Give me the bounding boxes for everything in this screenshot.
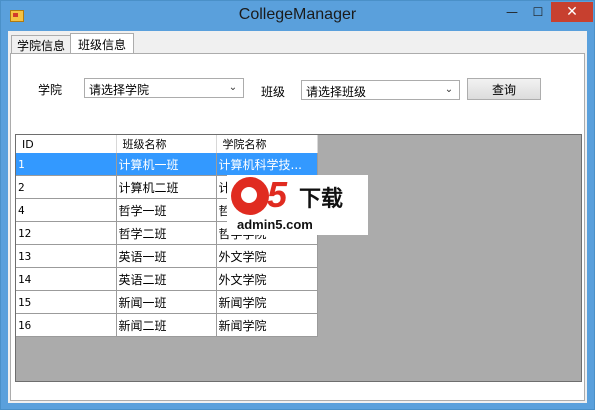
column-header-id[interactable]: ID: [16, 135, 117, 153]
watermark-brand: 5: [267, 174, 288, 215]
cell-id[interactable]: 12: [16, 221, 117, 245]
cell-class-name[interactable]: 计算机二班: [116, 175, 217, 199]
class-data-grid[interactable]: ID 班级名称 学院名称 1 计算机一班 计算机科学技... 2 计算机二班 计…: [15, 134, 582, 382]
grid-header-row: ID 班级名称 学院名称: [16, 135, 318, 153]
class-label: 班级: [261, 85, 286, 99]
watermark-logo: 5 下载 admin5.com: [227, 175, 368, 235]
cell-college-name[interactable]: 外文学院: [216, 267, 318, 291]
cell-college-name[interactable]: 新闻学院: [216, 290, 318, 314]
cell-id[interactable]: 1: [16, 153, 117, 176]
class-select[interactable]: 请选择班级 ⌄: [301, 80, 460, 100]
table-row[interactable]: 1 计算机一班 计算机科学技...: [16, 153, 318, 176]
cell-class-name[interactable]: 英语一班: [116, 244, 217, 268]
class-select-value: 请选择班级: [306, 85, 367, 99]
cell-id[interactable]: 14: [16, 267, 117, 291]
cell-class-name[interactable]: 新闻一班: [116, 290, 217, 314]
tab-class-info[interactable]: 班级信息: [70, 33, 134, 55]
watermark-a-mark: [231, 177, 269, 215]
cell-college-name[interactable]: 外文学院: [216, 244, 318, 268]
cell-id[interactable]: 2: [16, 175, 117, 199]
cell-class-name[interactable]: 哲学一班: [116, 198, 217, 222]
column-header-class-name[interactable]: 班级名称: [116, 135, 217, 153]
chevron-down-icon[interactable]: ⌄: [226, 80, 240, 96]
maximize-button[interactable]: ☐: [525, 2, 551, 22]
cell-class-name[interactable]: 哲学二班: [116, 221, 217, 245]
table-row[interactable]: 14 英语二班 外文学院: [16, 267, 318, 291]
cell-college-name[interactable]: 计算机科学技...: [216, 153, 318, 176]
query-button[interactable]: 查询: [467, 78, 541, 100]
table-row[interactable]: 15 新闻一班 新闻学院: [16, 290, 318, 314]
cell-id[interactable]: 15: [16, 290, 117, 314]
column-header-college-name[interactable]: 学院名称: [216, 135, 318, 153]
college-select-value: 请选择学院: [89, 83, 150, 97]
watermark-url: admin5.com: [237, 217, 313, 232]
cell-id[interactable]: 13: [16, 244, 117, 268]
minimize-button[interactable]: —: [499, 2, 525, 22]
chevron-down-icon[interactable]: ⌄: [442, 82, 456, 98]
table-row[interactable]: 16 新闻二班 新闻学院: [16, 313, 318, 337]
tab-college-info[interactable]: 学院信息: [11, 35, 71, 54]
cell-class-name[interactable]: 新闻二班: [116, 313, 217, 337]
cell-college-name[interactable]: 新闻学院: [216, 313, 318, 337]
grid-table: ID 班级名称 学院名称 1 计算机一班 计算机科学技... 2 计算机二班 计…: [16, 135, 318, 337]
watermark-text: 下载: [299, 187, 344, 212]
college-select[interactable]: 请选择学院 ⌄: [84, 78, 244, 98]
college-label: 学院: [38, 83, 63, 97]
cell-id[interactable]: 4: [16, 198, 117, 222]
table-row[interactable]: 13 英语一班 外文学院: [16, 244, 318, 268]
title-bar[interactable]: CollegeManager — ☐ ✕: [1, 1, 594, 31]
cell-class-name[interactable]: 计算机一班: [116, 153, 217, 176]
cell-id[interactable]: 16: [16, 313, 117, 337]
close-button[interactable]: ✕: [551, 2, 593, 22]
cell-class-name[interactable]: 英语二班: [116, 267, 217, 291]
